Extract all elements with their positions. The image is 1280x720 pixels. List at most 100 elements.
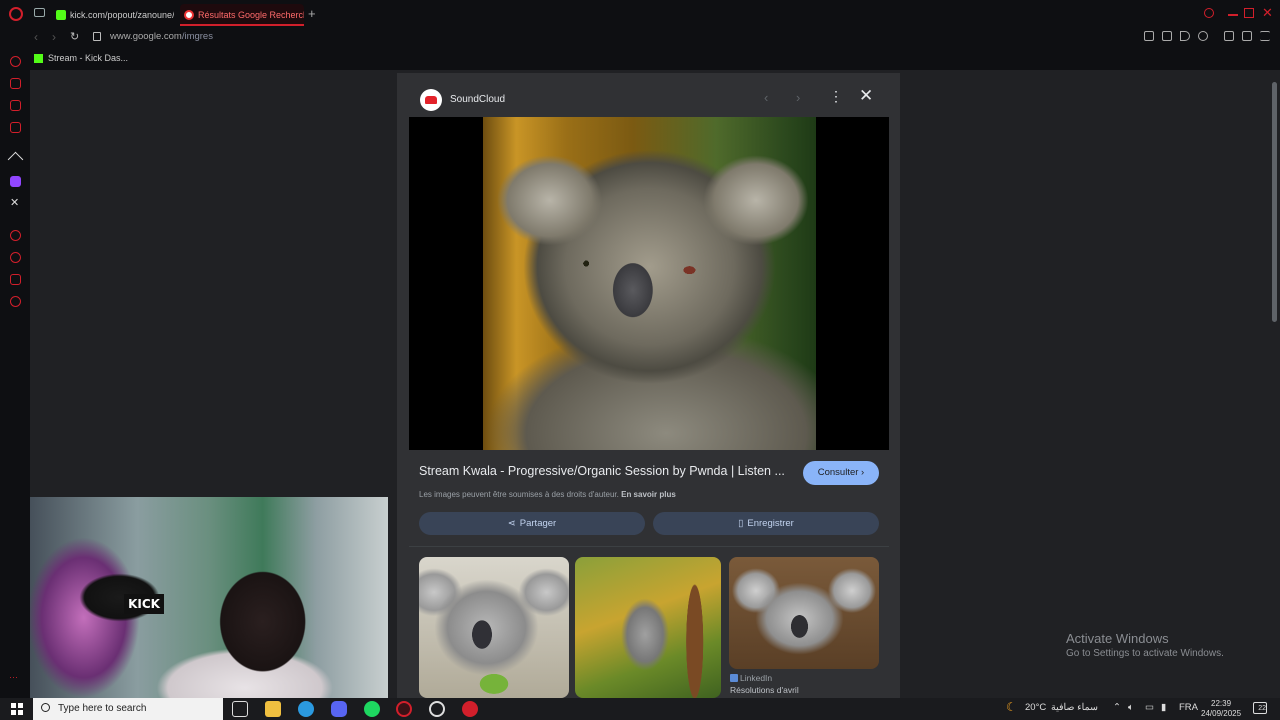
url-field[interactable]: www.google.com/imgres [110,31,213,42]
back-button[interactable]: ‹ [34,30,38,44]
search-placeholder: Type here to search [58,703,147,714]
lock-icon[interactable] [93,32,101,41]
sidebar-messenger-icon[interactable] [10,100,21,111]
address-bar-row: ‹ › ↻ www.google.com/imgres [0,28,1280,48]
sidebar-twitch-icon[interactable] [10,176,21,187]
new-tab-button[interactable]: + [308,6,316,21]
download-icon[interactable] [1242,31,1252,41]
result-title[interactable]: Stream Kwala - Progressive/Organic Sessi… [419,464,789,478]
main-image-frame[interactable] [409,117,889,450]
tab-search-icon[interactable] [1204,8,1214,18]
account-icon[interactable] [1224,31,1234,41]
share-icon: ⋖ [507,518,516,529]
edge-icon[interactable] [298,701,314,717]
close-window-button[interactable]: ✕ [1262,5,1274,20]
browser-titlebar: kick.com/popout/zanoune/ Résultats Googl… [0,0,1280,28]
google-favicon-icon [184,10,194,20]
more-options-button[interactable]: ⋮ [829,88,843,105]
kick-favicon-icon [56,10,66,20]
notification-center-button[interactable]: 22 [1253,702,1267,714]
weather-desc[interactable]: سماء صافية [1051,702,1098,713]
activate-windows-title: Activate Windows [1066,631,1169,646]
notification-count: 22 [1258,705,1266,712]
sidebar-extensions-icon[interactable] [10,274,21,285]
forward-button[interactable]: › [52,30,56,44]
sidebar-more-icon[interactable]: ··· [9,672,18,682]
crop-icon[interactable] [1162,31,1172,41]
minimize-button[interactable] [1228,14,1238,16]
kick-favicon-icon [34,54,43,63]
sidebar-bag-icon[interactable] [10,78,21,89]
task-view-icon[interactable] [232,701,248,717]
copyright-notice: Les images peuvent être soumises à des d… [419,490,676,499]
tab-kick[interactable]: kick.com/popout/zanoune/ [52,4,174,26]
snapshot-icon[interactable] [1144,31,1154,41]
heart-icon[interactable] [1198,31,1208,41]
tab-google-results[interactable]: Résultats Google Recherche [180,4,304,26]
file-explorer-icon[interactable] [265,701,281,717]
close-preview-button[interactable]: ✕ [859,86,873,106]
opera-gx-icon[interactable] [396,701,412,717]
scrollbar-thumb[interactable] [1272,82,1277,322]
related-source[interactable]: LinkedIn [730,673,772,683]
bookmark-label: Stream - Kick Das... [48,53,129,63]
url-domain: www.google.com [110,31,182,42]
save-button[interactable]: ▯ Enregistrer [653,512,879,535]
bookmark-kick[interactable]: Stream - Kick Das... [34,53,128,63]
related-image-3[interactable] [729,557,879,669]
reload-button[interactable]: ↻ [70,30,79,43]
source-name[interactable]: SoundCloud [450,94,505,105]
volume-icon[interactable]: 🔈︎ [1128,702,1134,713]
page-scrollbar[interactable] [1270,70,1280,698]
play-icon[interactable] [1180,31,1190,41]
soundcloud-logo-icon[interactable] [420,89,442,111]
language-indicator[interactable]: FRA [1179,702,1198,713]
sidebar-settings-icon[interactable] [10,296,21,307]
related-image-1[interactable] [419,557,569,698]
start-button[interactable] [11,703,23,715]
weather-icon[interactable]: ☾ [1006,700,1017,714]
clock-time: 22:39 [1211,699,1232,708]
share-button[interactable]: ⋖ Partager [419,512,645,535]
weather-temp[interactable]: 20°C [1025,702,1046,713]
kick-neon-sign: KICK [124,594,164,614]
visit-button-label: Consulter [817,467,859,478]
sidebar-kick-icon[interactable] [7,151,24,168]
previous-image-button[interactable]: ‹ [764,90,768,105]
menu-icon[interactable] [1260,31,1270,41]
network-icon[interactable]: ▭ [1145,702,1154,713]
related-caption[interactable]: Résolutions d'avril [730,685,799,695]
obs-icon[interactable] [429,701,445,717]
bookmarks-bar: Stream - Kick Das... [0,48,1280,70]
rights-text: Les images peuvent être soumises à des d… [419,490,619,499]
tray-chevron-icon[interactable]: ⌃ [1113,702,1121,713]
sidebar-aria-icon[interactable] [10,56,21,67]
maximize-button[interactable] [1244,8,1254,18]
related-image-2[interactable] [575,557,721,698]
discord-icon[interactable] [331,701,347,717]
koala-image[interactable] [483,117,816,450]
share-label: Partager [519,518,557,529]
sidebar-x-icon[interactable]: ✕ [10,198,21,209]
next-image-button[interactable]: › [796,90,800,105]
tab-label: kick.com/popout/zanoune/ [70,10,174,20]
clock-date: 24/09/2025 [1201,709,1242,718]
sidebar-history-icon[interactable] [10,252,21,263]
save-label: Enregistrer [747,518,794,529]
divider [409,546,889,547]
sidebar-video-icon[interactable] [10,122,21,133]
microphone-icon[interactable]: ▮ [1161,702,1166,713]
opera-logo-icon[interactable] [9,7,23,21]
spotify-icon[interactable] [364,701,380,717]
tab-label: Résultats Google Recherche [198,10,304,20]
tab-menu-icon[interactable] [34,8,45,17]
clock[interactable]: 22:39 24/09/2025 [1201,699,1241,719]
taskbar-search[interactable]: Type here to search [33,698,223,720]
image-preview-panel: SoundCloud ‹ › ⋮ ✕ Stream Kwala - Progre… [397,73,900,698]
app-icon[interactable] [462,701,478,717]
sidebar-player-icon[interactable] [10,230,21,241]
linkedin-icon [730,674,738,682]
visit-button[interactable]: Consulter › [803,461,879,485]
learn-more-link[interactable]: En savoir plus [621,490,676,499]
browser-sidebar: ✕ ··· [0,48,30,698]
